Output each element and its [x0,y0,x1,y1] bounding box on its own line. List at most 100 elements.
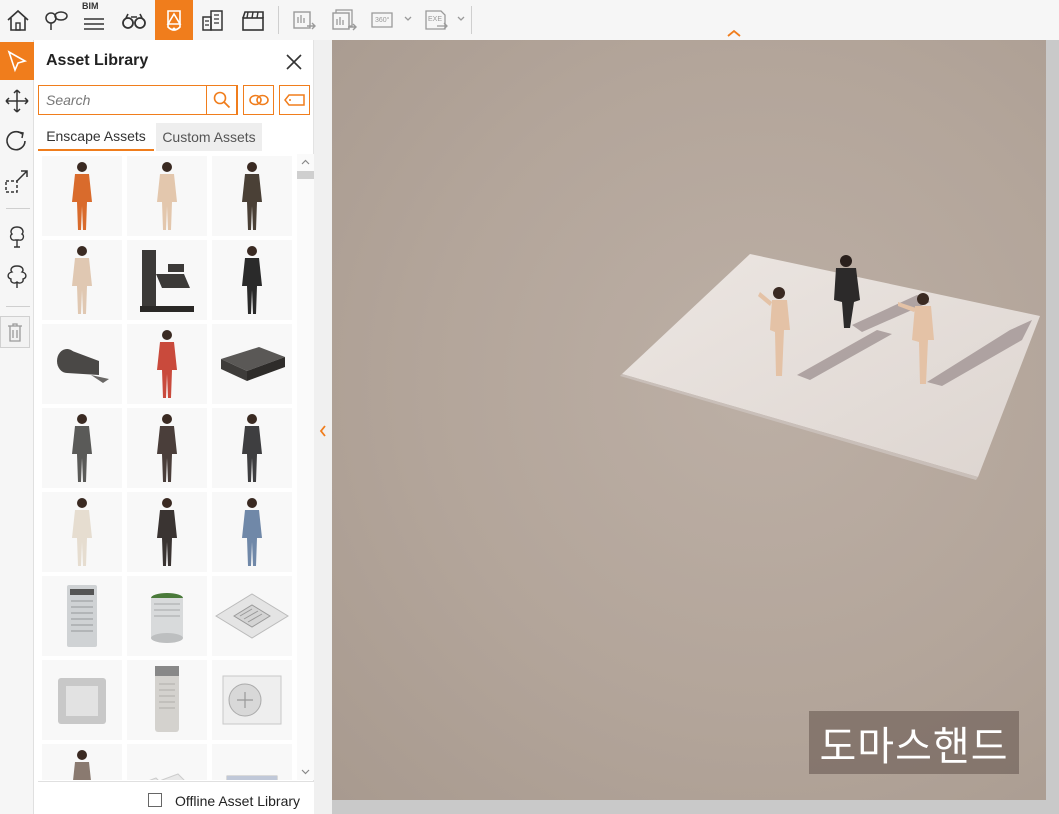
offline-library-checkbox[interactable] [148,793,162,807]
ac-outdoor-unit-icon [219,670,285,730]
binoculars-button[interactable] [116,2,152,38]
close-icon [286,54,302,70]
search-button[interactable] [206,85,237,115]
asset-thumbnail[interactable] [42,408,122,488]
asset-thumbnail[interactable] [212,408,292,488]
scroll-up-arrow-icon[interactable] [300,157,311,168]
asset-thumbnail[interactable] [42,660,122,740]
asset-tabs: Enscape Assets Custom Assets [38,123,310,151]
expand-toolbar-arrow-icon[interactable] [725,28,743,38]
render-viewport[interactable] [332,40,1046,800]
views-button[interactable] [38,2,74,38]
person-waiter-tray-icon [137,494,197,570]
person-woman-beige-standing-icon [52,242,112,318]
asset-scrollbar[interactable] [297,154,314,780]
export-exe-icon: EXE [425,10,465,30]
home-icon [7,9,29,31]
asset-thumbnail[interactable] [212,744,292,780]
viewport-right-border [1046,40,1059,814]
batch-render-stack-icon [332,9,357,31]
asset-library-icon [166,10,182,31]
scatter-trees-icon [7,265,27,288]
scroll-thumb[interactable] [297,171,314,179]
place-tree-button[interactable] [0,218,34,256]
home-button[interactable] [0,2,36,38]
person-partial-icon [52,746,112,780]
asset-thumbnail[interactable] [42,492,122,572]
batch-render-button[interactable] [286,2,322,38]
select-tool-button[interactable] [0,42,34,80]
map-pin-icon [45,11,68,30]
collections-button[interactable] [243,85,274,115]
search-input[interactable] [39,86,207,114]
select-cursor-icon [7,50,28,73]
asset-thumbnail[interactable] [212,240,292,320]
move-icon [5,89,29,113]
air-purifier-round-icon [142,586,192,646]
bim-button[interactable]: BIM [76,1,112,38]
ceiling-vent-icon [214,588,290,644]
ceiling-cassette-icon [52,670,112,730]
asset-thumbnail[interactable] [127,408,207,488]
person-woman-tablet-icon [222,158,282,234]
tab-custom-assets[interactable]: Custom Assets [156,123,262,151]
asset-thumbnail[interactable] [127,744,207,780]
asset-library-panel: Asset Library Enscape Assets Custom Asse… [34,40,314,814]
asset-thumbnail[interactable] [127,660,207,740]
top-toolbar: BIM 360° EXE [0,0,1059,40]
svg-text:EXE: EXE [428,16,442,23]
tool-column [0,40,34,814]
move-tool-button[interactable] [0,82,34,120]
close-button[interactable] [284,52,304,72]
binoculars-icon [122,13,146,29]
asset-thumbnail[interactable] [42,324,122,404]
asset-library-button[interactable] [155,0,193,40]
asset-thumbnail[interactable] [42,576,122,656]
tags-button[interactable] [279,85,310,115]
person-woman-beige-suit-icon [137,158,197,234]
scale-icon [5,170,28,193]
person-woman-shopping-icon [52,494,112,570]
delete-button[interactable] [0,316,30,348]
step-platform-icon [215,339,289,389]
asset-thumbnail[interactable] [42,156,122,236]
collapse-left-arrow-icon[interactable] [318,423,328,439]
asset-thumbnail[interactable] [212,324,292,404]
asset-thumbnail[interactable] [42,744,122,780]
asset-thumbnail[interactable] [127,576,207,656]
person-woman-gesture-icon [222,410,282,486]
asset-thumbnail[interactable] [42,240,122,320]
tab-enscape-assets[interactable]: Enscape Assets [38,123,154,151]
toolbar-separator [278,6,279,34]
tool-separator-2 [6,306,30,307]
panorama-360-icon: 360° [371,12,412,28]
asset-thumbnail[interactable] [212,576,292,656]
buildings-button[interactable] [195,2,231,38]
export-exe-button[interactable]: EXE [420,2,468,38]
asset-thumbnail[interactable] [212,492,292,572]
rotate-tool-button[interactable] [0,122,34,160]
box-unit-icon [219,764,285,780]
asset-thumbnail[interactable] [127,156,207,236]
foam-roller-mat-icon [47,339,117,389]
scatter-trees-button[interactable] [0,258,34,296]
asset-grid [38,154,296,780]
video-editor-button[interactable] [235,2,271,38]
place-tree-icon [9,226,25,248]
link-rings-icon [248,94,269,106]
asset-thumbnail[interactable] [127,492,207,572]
scale-tool-button[interactable] [0,162,34,200]
panorama-360-button[interactable]: 360° [366,2,414,38]
batch-render-stack-button[interactable] [326,2,362,38]
person-woman-dark-jacket-icon [137,410,197,486]
asset-thumbnail[interactable] [212,660,292,740]
asset-thumbnail[interactable] [127,240,207,320]
asset-thumbnail[interactable] [212,156,292,236]
scroll-down-arrow-icon[interactable] [300,766,311,777]
viewport-bottom-border [332,800,1059,814]
delete-icon [8,323,22,342]
svg-text:360°: 360° [375,16,390,24]
rotate-icon [6,130,26,151]
asset-thumbnail[interactable] [127,324,207,404]
search-icon [213,91,230,109]
